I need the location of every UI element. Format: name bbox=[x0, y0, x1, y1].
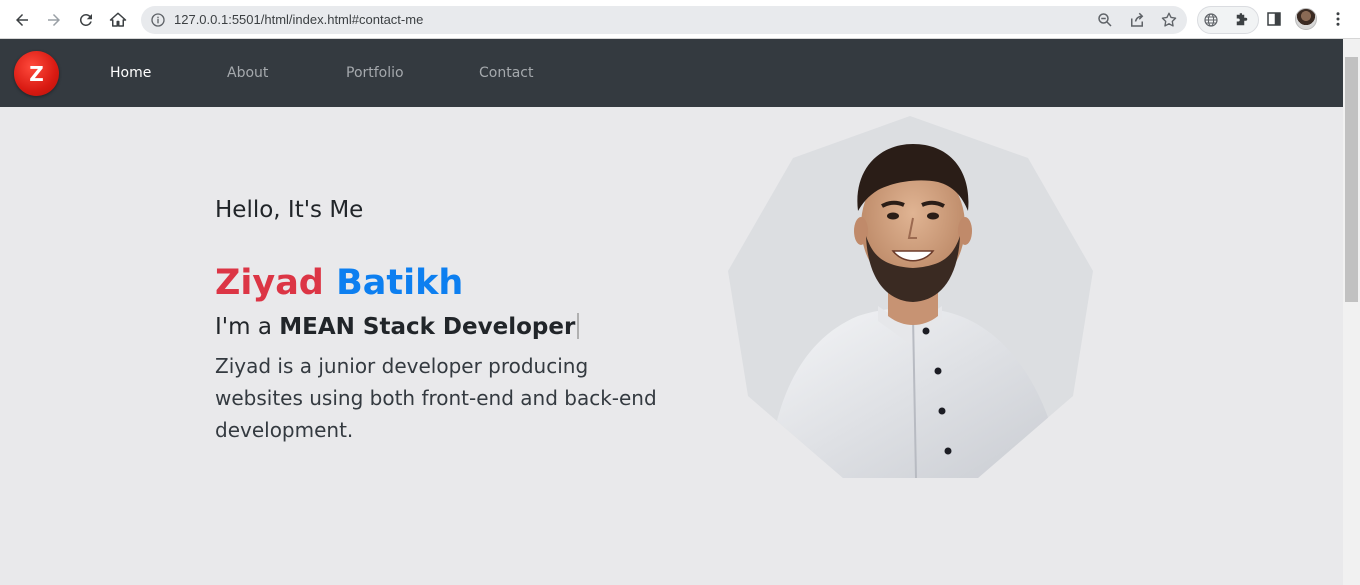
share-icon[interactable] bbox=[1128, 11, 1146, 29]
browser-toolbar: 127.0.0.1:5501/html/index.html#contact-m… bbox=[0, 0, 1360, 39]
nav-portfolio[interactable]: Portfolio bbox=[346, 65, 404, 81]
puzzle-icon[interactable] bbox=[1233, 11, 1251, 29]
info-icon[interactable] bbox=[150, 12, 166, 28]
hero-role-prefix: I'm a bbox=[215, 314, 280, 340]
zoom-icon[interactable] bbox=[1096, 11, 1114, 29]
hero-description: Ziyad is a junior developer producing we… bbox=[215, 354, 657, 442]
reload-icon[interactable] bbox=[74, 8, 98, 32]
logo-letter: Z bbox=[29, 61, 44, 86]
star-icon[interactable] bbox=[1160, 11, 1178, 29]
home-icon[interactable] bbox=[106, 8, 130, 32]
nav-home[interactable]: Home bbox=[110, 65, 151, 81]
hero-first-name: Ziyad bbox=[215, 263, 324, 303]
url-text[interactable]: 127.0.0.1:5501/html/index.html#contact-m… bbox=[174, 12, 423, 27]
profile-avatar[interactable] bbox=[1295, 8, 1317, 30]
page-scrollbar[interactable] bbox=[1343, 39, 1360, 585]
hero-name: Ziyad Batikh bbox=[215, 263, 685, 303]
hero-last-name: Batikh bbox=[336, 263, 464, 303]
extensions-area bbox=[1197, 6, 1259, 34]
nav-about[interactable]: About bbox=[227, 65, 268, 81]
nav-contact[interactable]: Contact bbox=[479, 65, 533, 81]
kebab-menu-icon[interactable] bbox=[1329, 10, 1347, 28]
typing-cursor bbox=[577, 313, 580, 339]
hero-section: Hello, It's Me Ziyad Batikh I'm a MEAN S… bbox=[215, 195, 685, 446]
scrollbar-thumb[interactable] bbox=[1345, 57, 1358, 302]
hero-role-title: MEAN Stack Developer bbox=[279, 314, 576, 340]
site-logo[interactable]: Z bbox=[14, 51, 59, 96]
profile-portrait bbox=[728, 116, 1093, 478]
hero-greeting: Hello, It's Me bbox=[215, 197, 364, 223]
forward-icon[interactable] bbox=[42, 8, 66, 32]
hero-role: I'm a MEAN Stack Developer bbox=[215, 312, 685, 342]
address-bar[interactable]: 127.0.0.1:5501/html/index.html#contact-m… bbox=[141, 6, 1187, 34]
globe-icon[interactable] bbox=[1202, 11, 1220, 29]
site-navbar: Z Home About Portfolio Contact bbox=[0, 39, 1343, 107]
sidepanel-icon[interactable] bbox=[1265, 10, 1283, 28]
back-icon[interactable] bbox=[10, 8, 34, 32]
